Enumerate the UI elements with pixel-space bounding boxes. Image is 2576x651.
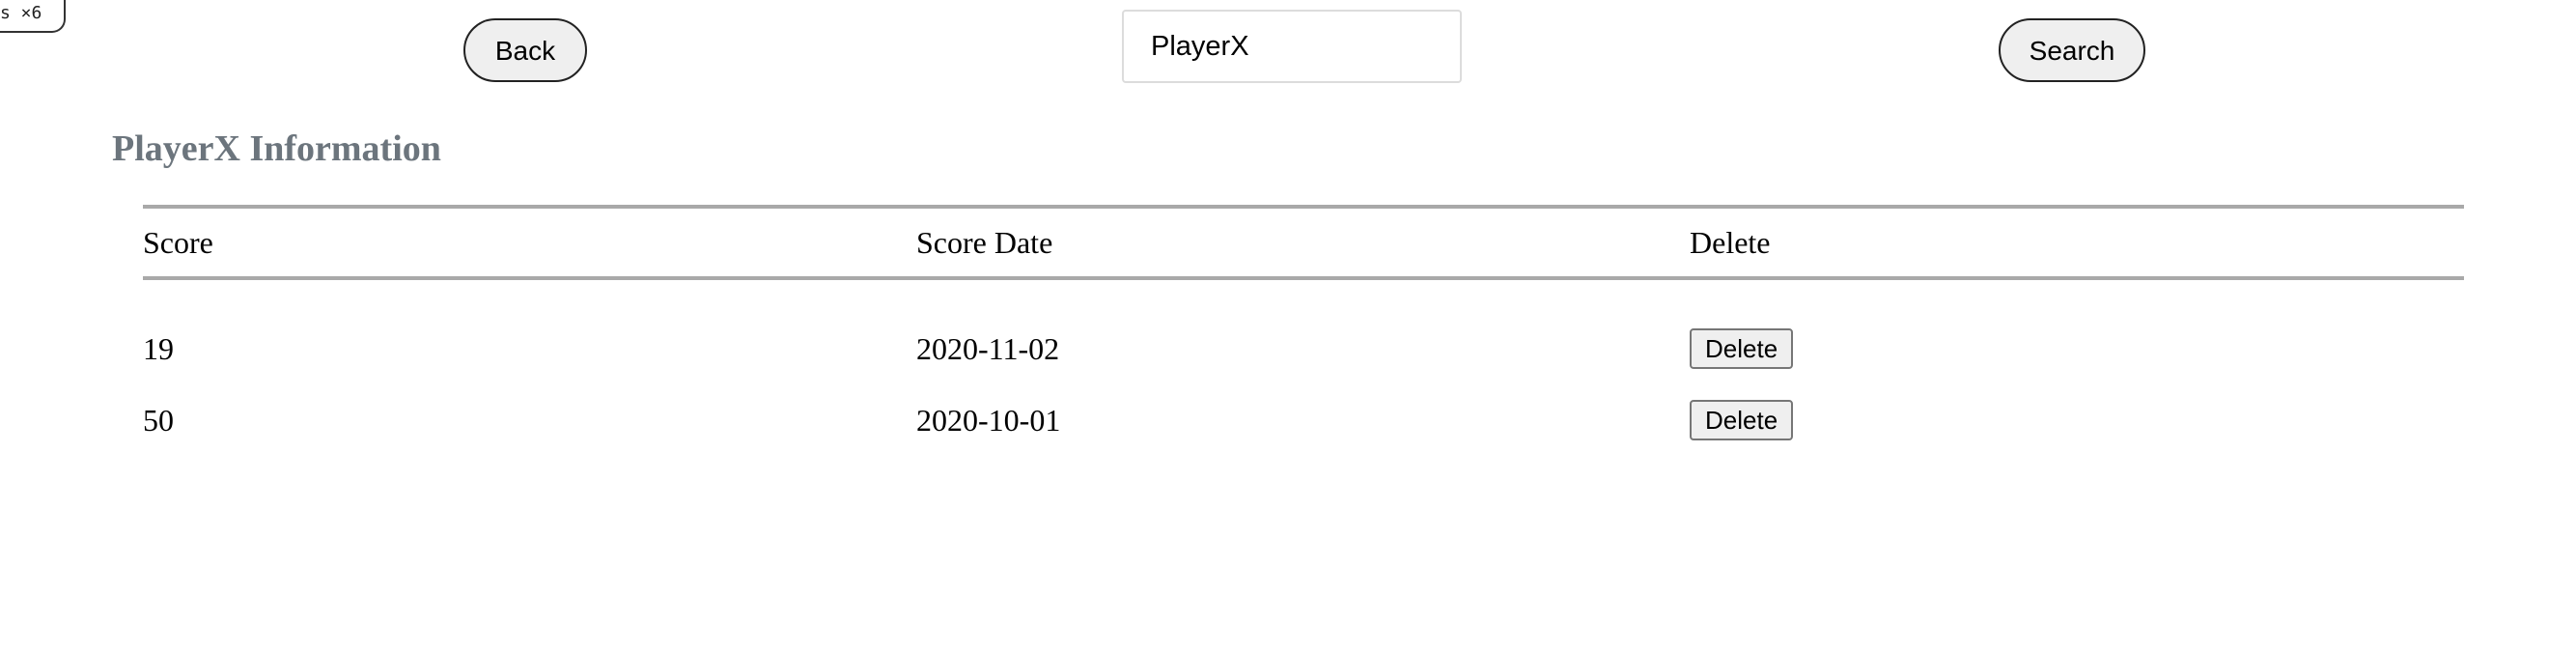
column-header-delete: Delete	[1690, 205, 2464, 280]
column-header-score: Score	[143, 205, 916, 280]
table-header-row: Score Score Date Delete	[143, 205, 2464, 280]
delete-cell: Delete	[1690, 278, 2464, 384]
delete-cell: Delete	[1690, 384, 2464, 456]
score-cell: 19	[143, 330, 174, 366]
back-button[interactable]: Back	[463, 18, 587, 82]
page-title: PlayerX Information	[112, 128, 441, 169]
delete-button[interactable]: Delete	[1690, 328, 1794, 369]
search-button[interactable]: Search	[1999, 18, 2145, 82]
corner-badge: s ×6	[0, 0, 66, 33]
column-header-score-date: Score Date	[916, 205, 1690, 280]
table-row: 19 2020-11-02 Delete	[143, 278, 2464, 384]
table-row: 50 2020-10-01 Delete	[143, 384, 2464, 456]
delete-button[interactable]: Delete	[1690, 400, 1794, 440]
score-table: Score Score Date Delete 19 2020-11-02 De…	[143, 205, 2464, 456]
score-date-cell: 2020-11-02	[916, 330, 1060, 366]
score-cell: 50	[143, 402, 174, 438]
search-input[interactable]	[1122, 10, 1462, 83]
score-date-cell: 2020-10-01	[916, 402, 1061, 438]
